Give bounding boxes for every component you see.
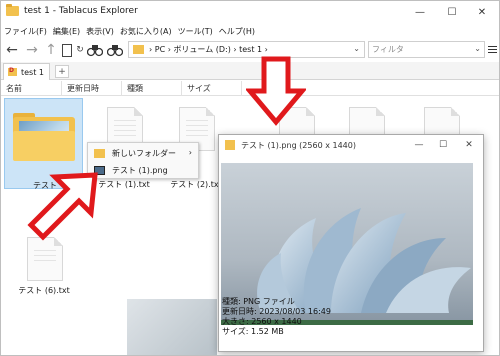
filter-placeholder: フィルタ: [372, 45, 404, 54]
column-type[interactable]: 種類: [127, 83, 143, 94]
context-item-png[interactable]: テスト (1).png: [88, 162, 200, 179]
preview-info: 種類: PNG ファイル 更新日時: 2023/08/03 16:49 大きさ:…: [222, 297, 331, 337]
preview-window: テスト (1).png (2560 x 1440) — ☐ ✕ 種類: PNG …: [218, 134, 484, 352]
info-type: 種類: PNG ファイル: [222, 297, 295, 306]
preview-maximize-button[interactable]: ☐: [431, 137, 455, 153]
up-arrow-icon[interactable]: ↑: [43, 42, 59, 58]
column-name[interactable]: 名前: [6, 83, 22, 94]
folder-icon: [133, 45, 144, 54]
title-bar: test 1 - Tablacus Explorer — ☐ ✕: [1, 1, 499, 23]
hamburger-menu-icon[interactable]: [488, 41, 499, 57]
down-arrow-annotation-icon: [246, 56, 306, 126]
diagonal-arrow-annotation-icon: [27, 172, 98, 241]
context-item-label: テスト (1).png: [112, 166, 168, 175]
tab-test-1[interactable]: test 1: [3, 63, 50, 80]
preview-title-bar: テスト (1).png (2560 x 1440) — ☐ ✕: [219, 135, 483, 155]
folder-icon: [94, 149, 105, 158]
info-dimensions: 大きさ: 2560 x 1440: [222, 317, 302, 326]
explorer-window: test 1 - Tablacus Explorer — ☐ ✕ ファイル(F)…: [0, 0, 500, 356]
close-button[interactable]: ✕: [467, 1, 497, 23]
filter-input[interactable]: フィルタ ⌄: [368, 41, 485, 58]
maximize-button[interactable]: ☐: [437, 1, 467, 23]
chevron-right-icon: ›: [188, 148, 192, 157]
tools-binoculars-icon[interactable]: [105, 42, 125, 58]
menu-tools[interactable]: ツール(T): [178, 26, 213, 37]
menu-help[interactable]: ヘルプ(H): [219, 26, 255, 37]
preview-close-button[interactable]: ✕: [457, 137, 481, 153]
column-size[interactable]: サイズ: [187, 83, 211, 94]
forward-arrow-icon[interactable]: →: [23, 42, 41, 58]
menu-edit[interactable]: 編集(E): [53, 26, 80, 37]
info-size: サイズ: 1.52 MB: [222, 327, 284, 336]
address-path: › PC › ボリューム (D:) › test 1 ›: [149, 45, 268, 54]
folder-app-icon: [6, 4, 19, 16]
minimize-button[interactable]: —: [405, 1, 435, 23]
context-menu: 新しいフォルダー › テスト (1).png: [87, 142, 199, 179]
menu-view[interactable]: 表示(V): [86, 26, 114, 37]
search-binoculars-icon[interactable]: [85, 42, 105, 58]
back-arrow-icon[interactable]: ←: [3, 42, 21, 58]
context-item-label: 新しいフォルダー: [112, 149, 176, 158]
menu-file[interactable]: ファイル(F): [4, 26, 47, 37]
new-page-icon[interactable]: [59, 42, 75, 58]
refresh-small-icon[interactable]: ↻: [75, 42, 85, 58]
chevron-down-icon[interactable]: ⌄: [353, 44, 360, 53]
file-name: テスト (6).txt: [18, 286, 70, 295]
context-item-new-folder[interactable]: 新しいフォルダー ›: [88, 145, 200, 162]
chevron-down-icon[interactable]: ⌄: [474, 44, 481, 53]
desktop-wallpaper-area: [127, 299, 217, 355]
tab-label: test 1: [21, 67, 44, 77]
column-modified[interactable]: 更新日時: [67, 83, 99, 94]
info-modified: 更新日時: 2023/08/03 16:49: [222, 307, 331, 316]
menu-favorites[interactable]: お気に入り(A): [120, 26, 172, 37]
drive-folder-icon: [8, 67, 17, 76]
window-title: test 1 - Tablacus Explorer: [24, 6, 138, 16]
folder-thumbnail-icon[interactable]: [13, 111, 75, 161]
image-file-icon: [225, 140, 235, 150]
new-tab-button[interactable]: +: [55, 65, 69, 78]
preview-minimize-button[interactable]: —: [407, 137, 431, 153]
preview-title: テスト (1).png (2560 x 1440): [241, 141, 356, 150]
menu-bar: ファイル(F) 編集(E) 表示(V) お気に入り(A) ツール(T) ヘルプ(…: [1, 24, 499, 38]
